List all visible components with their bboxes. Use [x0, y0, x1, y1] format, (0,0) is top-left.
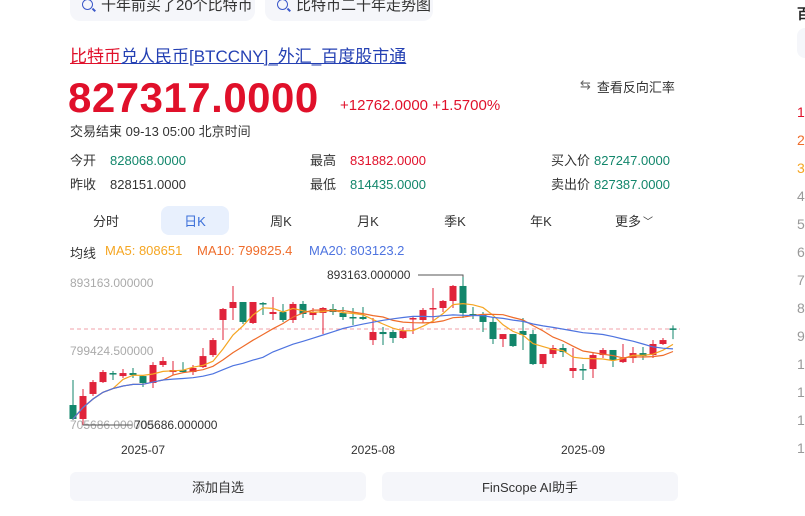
candle-body [449, 285, 457, 301]
candle-body [669, 328, 677, 330]
candle-body [109, 373, 117, 375]
ai-assistant-button[interactable]: FinScope AI助手 [382, 472, 678, 501]
search-icon [277, 0, 288, 10]
candle-body [219, 309, 227, 320]
swap-icon: ⇆ [580, 77, 591, 92]
candle-body [409, 318, 417, 320]
change-pct: +1.5700% [432, 97, 501, 114]
reverse-rate-label: 查看反向汇率 [596, 80, 675, 95]
y-tick-mid: 799424.500000 [70, 344, 154, 358]
tab-quarterly-k[interactable]: 季K [421, 206, 489, 235]
stat-high: 最高 831882.0000 [310, 153, 426, 168]
candle-body [529, 334, 537, 365]
trade-status: 交易结束 09-13 05:00 北京时间 [70, 124, 251, 139]
x-tick-aug: 2025-08 [351, 443, 396, 457]
sidebar-rank-item[interactable]: 1 [797, 384, 805, 400]
sidebar-rank-item[interactable]: 2 [797, 132, 805, 148]
candle-body [389, 331, 397, 338]
chevron-down-icon: ﹀ [643, 217, 653, 228]
current-price: 827317.0000 [68, 74, 319, 121]
candle-body [249, 301, 257, 323]
ma20-value: MA20: 803123.2 [309, 243, 405, 258]
candle-body [379, 331, 387, 335]
x-tick-sep: 2025-09 [561, 443, 606, 457]
candle-body [229, 301, 237, 308]
sidebar-rank-item[interactable]: 1 [797, 356, 805, 372]
sidebar-rank-item[interactable]: 1 [797, 440, 805, 456]
candle-body [439, 300, 447, 308]
sidebar-rank-item[interactable]: 1 [797, 412, 805, 428]
change-abs: +12762.0000 [340, 97, 429, 114]
price-change: +12762.0000 +1.5700% [340, 97, 500, 114]
sidebar-rank-item[interactable]: 1 [797, 104, 805, 120]
candle-body [589, 355, 597, 370]
x-tick-jul: 2025-07 [121, 443, 166, 457]
sidebar-rank-item[interactable]: 8 [797, 300, 805, 316]
candle-body [239, 301, 247, 322]
sidebar-rank-item[interactable]: 4 [797, 188, 805, 204]
stat-low: 最低 814435.0000 [310, 177, 426, 192]
page-title[interactable]: 比特币兑人民币[BTCCNY]_外汇_百度股市通 [70, 42, 406, 67]
tab-monthly-k[interactable]: 月K [334, 206, 402, 235]
candle-body [569, 367, 577, 371]
stat-prev-close: 昨收 828151.0000 [70, 177, 186, 192]
ma10-value: MA10: 799825.4 [197, 243, 293, 258]
kline-chart[interactable]: 893163.000000 799424.500000 705686.00000… [60, 265, 690, 435]
tab-more[interactable]: 更多 ﹀ [600, 206, 668, 235]
search-icon [82, 0, 93, 10]
candle-body [419, 309, 427, 320]
candle-body [99, 372, 107, 383]
more-label: 更多 [614, 214, 641, 229]
candle-body [159, 361, 167, 365]
tab-intraday[interactable]: 分时 [72, 206, 140, 235]
stat-ask: 卖出价 827387.0000 [551, 177, 670, 192]
candle-body [539, 354, 547, 365]
max-price-label: 893163.000000 [327, 268, 411, 282]
candle-body [509, 334, 517, 347]
stat-open: 今开 828068.0000 [70, 153, 186, 168]
title-base-link[interactable]: 比特币 [70, 47, 121, 66]
candle-body [349, 316, 357, 319]
tab-weekly-k[interactable]: 周K [247, 206, 315, 235]
candle-body [139, 376, 147, 383]
min-price-label: 705686.000000 [134, 418, 218, 432]
candle-body [339, 312, 347, 317]
candle-body [269, 312, 277, 314]
candle-body [279, 312, 287, 320]
sidebar-rank-item[interactable]: 9 [797, 328, 805, 344]
sidebar-rank-item[interactable]: 7 [797, 272, 805, 288]
candle-body [399, 330, 407, 338]
candle-body [499, 334, 507, 340]
suggestion-pill-2[interactable]: 比特币二十年走势图 [265, 0, 433, 21]
add-watchlist-button[interactable]: 添加自选 [70, 472, 366, 501]
candle-body [119, 373, 127, 377]
max-marker-line [418, 274, 464, 277]
candle-body [429, 307, 437, 310]
candle-body [659, 340, 667, 344]
candle-body [579, 369, 587, 371]
candle-body [209, 340, 217, 356]
sidebar-rank-item[interactable]: 6 [797, 244, 805, 260]
sidebar-rank-item[interactable]: 5 [797, 216, 805, 232]
stat-bid: 买入价 827247.0000 [551, 153, 670, 168]
tab-daily-k[interactable]: 日K [161, 206, 229, 235]
tab-yearly-k[interactable]: 年K [507, 206, 575, 235]
candle-body [259, 303, 267, 305]
sidebar-rank-item[interactable]: 3 [797, 160, 805, 176]
candle-body [459, 285, 467, 313]
candle-body [359, 316, 367, 319]
suggestion-pill-1[interactable]: 十年前买了20个比特币 [70, 0, 255, 21]
ma5-value: MA5: 808651 [105, 243, 183, 258]
title-rest-link[interactable]: 兑人民币[BTCCNY]_外汇_百度股市通 [121, 47, 406, 66]
sidebar-search[interactable] [797, 28, 805, 58]
y-tick-top: 893163.000000 [70, 276, 154, 290]
suggestion-text: 比特币二十年走势图 [296, 0, 432, 14]
candle-body [89, 382, 97, 394]
sidebar-header: 百 [797, 6, 805, 22]
candle-body [489, 321, 497, 340]
reverse-rate-link[interactable]: ⇆ 查看反向汇率 [580, 77, 675, 96]
candle-body [369, 331, 377, 341]
ma-label: 均线 [70, 246, 97, 261]
suggestion-text: 十年前买了20个比特币 [101, 0, 253, 14]
